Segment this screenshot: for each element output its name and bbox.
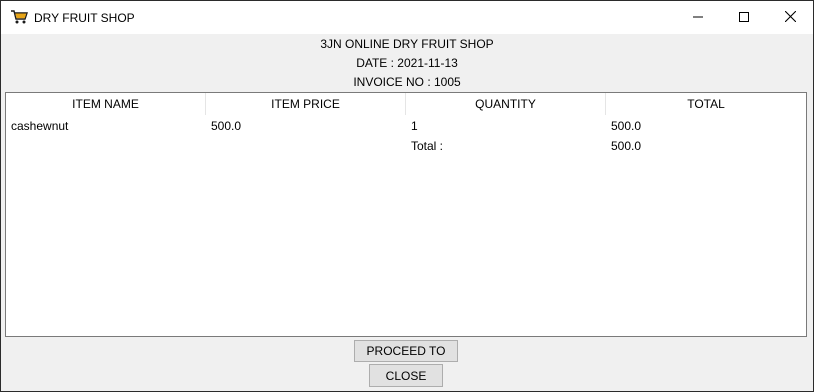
invoice-date: DATE : 2021-11-13	[356, 56, 458, 70]
cell-quantity: 1	[411, 119, 418, 133]
cell-total: 500.0	[611, 119, 642, 133]
invoice-number: INVOICE NO : 1005	[353, 75, 461, 89]
column-header-total[interactable]: TOTAL	[606, 93, 806, 115]
close-icon	[784, 10, 796, 25]
cell-item-name: cashewnut	[11, 119, 69, 133]
maximize-button[interactable]	[721, 1, 767, 34]
title-bar[interactable]: DRY FRUIT SHOP	[1, 1, 813, 34]
shopping-cart-icon	[10, 9, 28, 25]
invoice-table[interactable]: ITEM NAME ITEM PRICE QUANTITY TOTAL cash…	[5, 92, 807, 337]
minimize-icon	[693, 11, 703, 25]
column-header-quantity[interactable]: QUANTITY	[406, 93, 606, 115]
cell-item-price	[206, 136, 406, 156]
window-title: DRY FRUIT SHOP	[34, 11, 135, 25]
minimize-button[interactable]	[675, 1, 721, 34]
invoice-header: 3JN ONLINE DRY FRUIT SHOP DATE : 2021-11…	[1, 34, 813, 91]
table-header: ITEM NAME ITEM PRICE QUANTITY TOTAL	[6, 93, 806, 115]
close-button[interactable]: CLOSE	[369, 364, 443, 387]
table-row-total[interactable]: Total : 500.0	[6, 136, 806, 156]
cell-item-name	[6, 136, 206, 156]
column-header-item-name[interactable]: ITEM NAME	[6, 93, 206, 115]
total-label: Total :	[411, 139, 444, 153]
proceed-to-pay-button[interactable]: PROCEED TO PAY	[354, 340, 458, 378]
shop-name: 3JN ONLINE DRY FRUIT SHOP	[320, 37, 494, 51]
window-close-button[interactable]	[767, 1, 813, 34]
maximize-icon	[739, 11, 749, 25]
grand-total-value: 500.0	[611, 139, 642, 153]
invoice-window: DRY FRUIT SHOP 3JN ONLINE DRY FRUIT SHOP…	[0, 0, 814, 392]
cell-item-price: 500.0	[211, 119, 242, 133]
table-row[interactable]: cashewnut 500.0 1 500.0	[6, 116, 806, 136]
column-header-item-price[interactable]: ITEM PRICE	[206, 93, 406, 115]
